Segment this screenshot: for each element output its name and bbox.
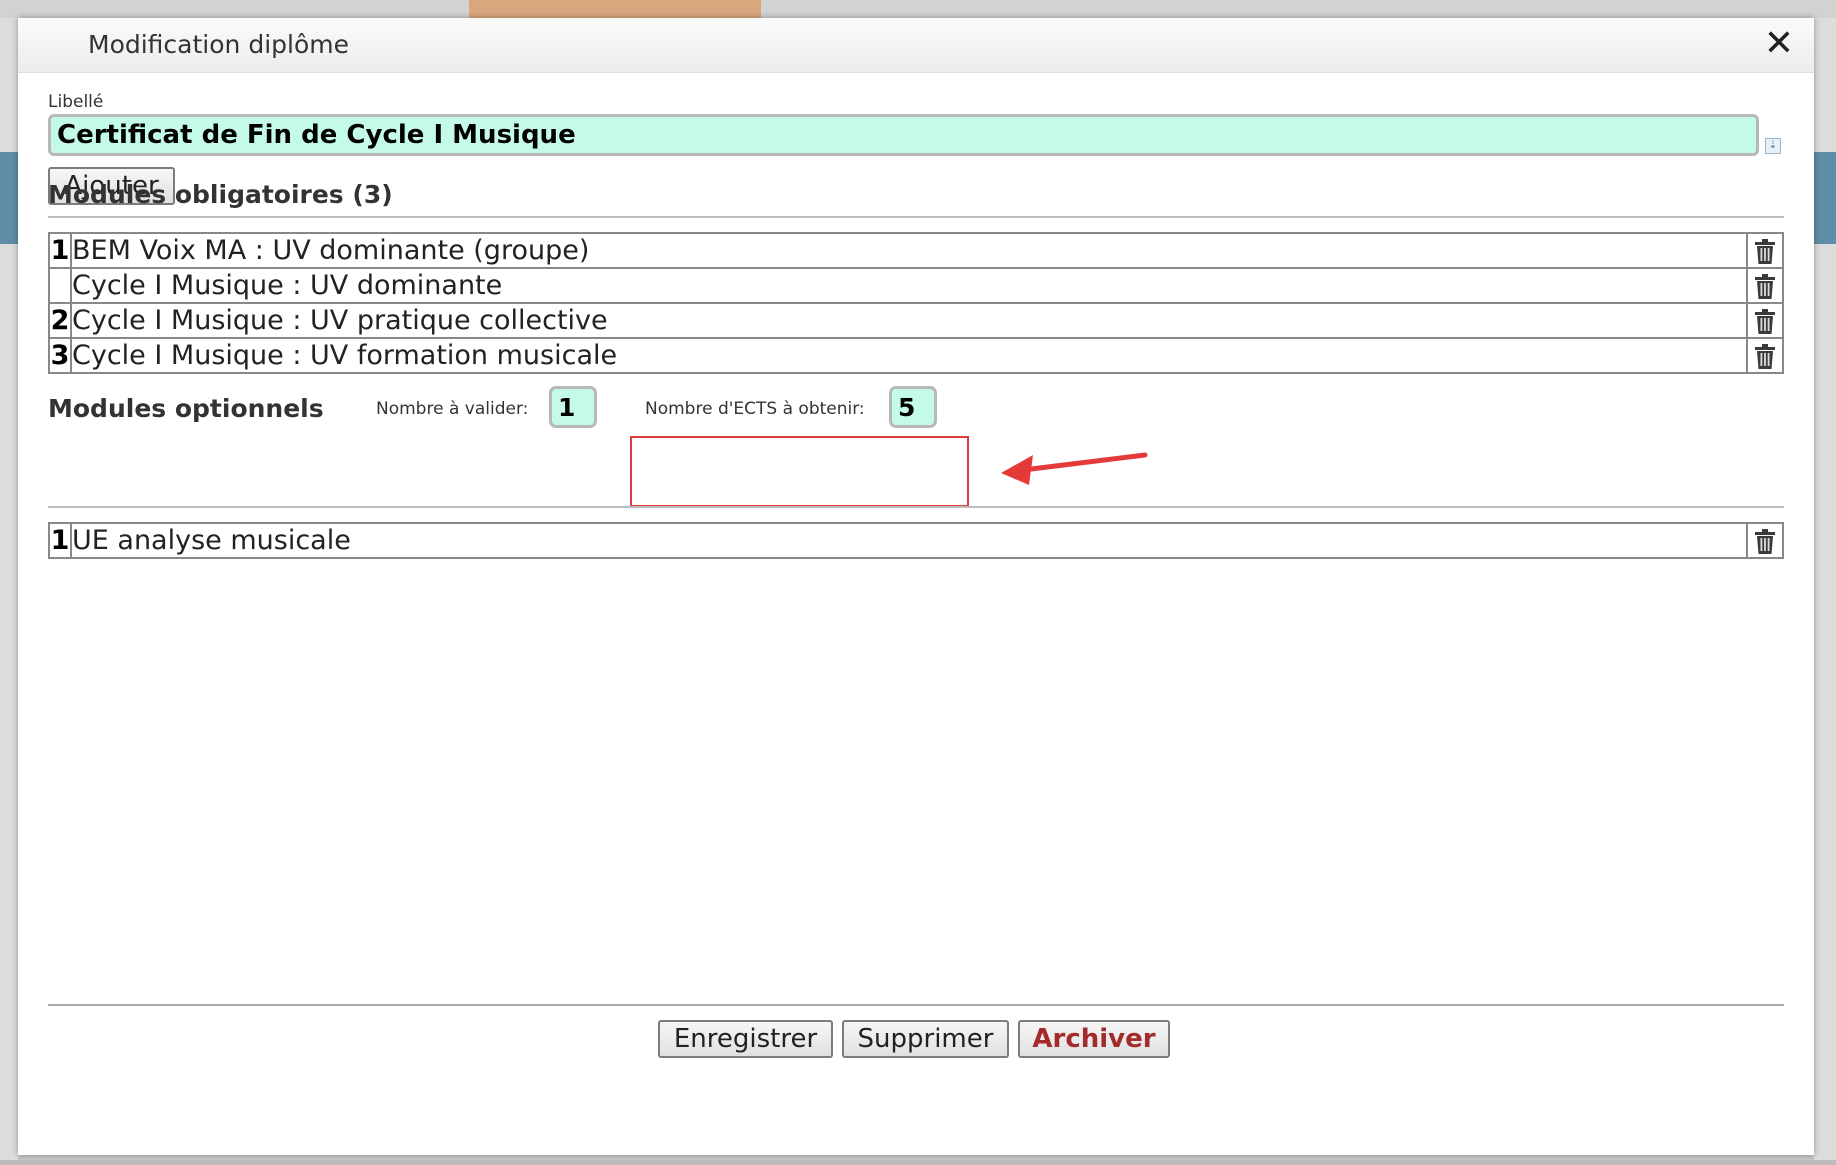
delete-button[interactable]: Supprimer [842, 1020, 1009, 1058]
dialog-title: Modification diplôme [88, 30, 349, 59]
libelle-input[interactable] [48, 114, 1759, 156]
modification-dialog: Modification diplôme ✕ Libellé ⇣ Ajouter… [18, 18, 1814, 1155]
background-active-tab [469, 0, 761, 18]
close-icon[interactable]: ✕ [1764, 24, 1794, 64]
trash-icon[interactable] [1754, 238, 1776, 265]
table-row: 2 Cycle I Musique : UV pratique collectiv… [48, 302, 1784, 339]
trash-icon[interactable] [1754, 343, 1776, 370]
table-row: 3 Cycle I Musique : UV formation musicale [48, 337, 1784, 374]
save-button[interactable]: Enregistrer [658, 1020, 833, 1058]
delete-module-cell[interactable] [1746, 302, 1784, 339]
background-topbar [0, 0, 1836, 18]
module-number: 1 [48, 232, 72, 269]
arrow-annotation [1001, 452, 1148, 485]
module-number: 2 [48, 302, 72, 339]
background-bottom-strip [0, 1160, 1836, 1165]
dialog-titlebar: Modification diplôme ✕ [18, 18, 1814, 73]
module-name: BEM Voix MA : UV dominante (groupe) [70, 232, 1748, 269]
optional-separator [48, 506, 1784, 508]
optional-modules-title: Modules optionnels [48, 394, 324, 423]
libelle-label: Libellé [48, 92, 104, 112]
delete-module-cell[interactable] [1746, 232, 1784, 269]
table-row: Cycle I Musique : UV dominante [48, 267, 1784, 304]
trash-icon[interactable] [1754, 528, 1776, 555]
module-name: Cycle I Musique : UV dominante [70, 267, 1748, 304]
background-header-strip-right [1814, 152, 1836, 244]
module-name: Cycle I Musique : UV formation musicale [70, 337, 1748, 374]
trash-icon[interactable] [1754, 308, 1776, 335]
ects-label: Nombre d'ECTS à obtenir: [645, 399, 865, 419]
table-row: 1 BEM Voix MA : UV dominante (groupe) [48, 232, 1784, 269]
module-number: 1 [48, 522, 72, 559]
delete-module-cell[interactable] [1746, 522, 1784, 559]
module-name: Cycle I Musique : UV pratique collective [70, 302, 1748, 339]
mandatory-separator [48, 216, 1784, 218]
module-name: UE analyse musicale [70, 522, 1748, 559]
mandatory-modules-table: 1 BEM Voix MA : UV dominante (groupe) Cycl… [48, 232, 1784, 374]
module-number: 3 [48, 337, 72, 374]
count-to-validate-input[interactable] [549, 386, 597, 428]
count-to-validate-label: Nombre à valider: [376, 399, 529, 419]
background-header-strip [0, 152, 18, 244]
table-row: 1 UE analyse musicale [48, 522, 1784, 559]
ects-highlight-box [630, 436, 969, 507]
optional-modules-table: 1 UE analyse musicale [48, 522, 1784, 559]
archive-button[interactable]: Archiver [1018, 1020, 1170, 1058]
trash-icon[interactable] [1754, 273, 1776, 300]
mandatory-modules-title: Modules obligatoires (3) [48, 180, 393, 209]
expand-icon[interactable]: ⇣ [1765, 138, 1781, 154]
delete-module-cell[interactable] [1746, 337, 1784, 374]
ects-input[interactable] [889, 386, 937, 428]
footer-separator [48, 1004, 1784, 1006]
delete-module-cell[interactable] [1746, 267, 1784, 304]
module-number [48, 267, 72, 304]
